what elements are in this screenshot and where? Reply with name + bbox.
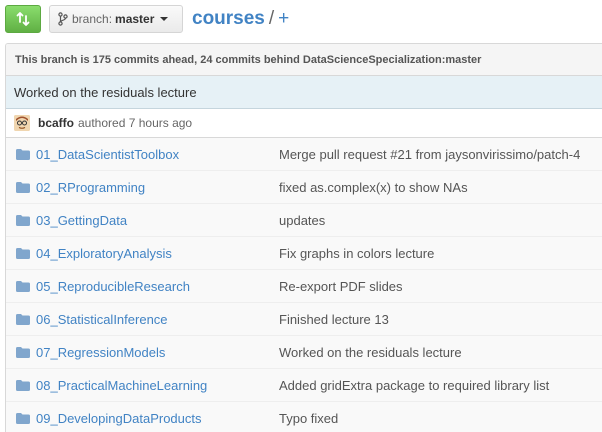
branch-name: master (115, 12, 155, 26)
commit-message-link[interactable]: updates (279, 213, 325, 228)
repo-name-link[interactable]: courses (192, 8, 265, 29)
branch-status-text: This branch is 175 commits ahead, 24 com… (15, 53, 482, 66)
branch-icon (58, 12, 68, 26)
branch-selector[interactable]: branch: master (49, 5, 183, 33)
folder-link[interactable]: 03_GettingData (36, 213, 279, 228)
folder-link[interactable]: 08_PracticalMachineLearning (36, 378, 279, 393)
folder-icon (16, 379, 30, 391)
folder-icon (16, 346, 30, 358)
list-item: 01_DataScientistToolbox Merge pull reque… (6, 138, 602, 171)
folder-icon (16, 280, 30, 292)
folder-link[interactable]: 05_ReproducibleResearch (36, 279, 279, 294)
folder-icon (16, 247, 30, 259)
folder-link[interactable]: 09_DevelopingDataProducts (36, 411, 279, 426)
list-item: 06_StatisticalInference Finished lecture… (6, 303, 602, 336)
branch-status-bar: This branch is 175 commits ahead, 24 com… (6, 44, 602, 76)
folder-link[interactable]: 01_DataScientistToolbox (36, 147, 279, 162)
commit-author-link[interactable]: bcaffo (38, 116, 74, 130)
folder-link[interactable]: 02_RProgramming (36, 180, 279, 195)
folder-icon (16, 412, 30, 424)
commit-message-link[interactable]: Added gridExtra package to required libr… (279, 378, 549, 393)
folder-icon (16, 148, 30, 160)
list-item: 02_RProgramming fixed as.complex(x) to s… (6, 171, 602, 204)
folder-link[interactable]: 06_StatisticalInference (36, 312, 279, 327)
folder-icon (16, 313, 30, 325)
file-navigation: This branch is 175 commits ahead, 24 com… (5, 43, 602, 432)
repo-toolbar: branch: master courses / + (0, 0, 602, 38)
file-list: 01_DataScientistToolbox Merge pull reque… (6, 138, 602, 432)
list-item: 04_ExploratoryAnalysis Fix graphs in col… (6, 237, 602, 270)
list-item: 05_ReproducibleResearch Re-export PDF sl… (6, 270, 602, 303)
list-item: 08_PracticalMachineLearning Added gridEx… (6, 369, 602, 402)
folder-link[interactable]: 04_ExploratoryAnalysis (36, 246, 279, 261)
breadcrumb-separator: / (268, 8, 275, 29)
folder-icon (16, 181, 30, 193)
list-item: 07_RegressionModels Worked on the residu… (6, 336, 602, 369)
commit-message-link[interactable]: Merge pull request #21 from jaysonviriss… (279, 147, 580, 162)
breadcrumb: courses / + (192, 7, 289, 31)
commit-message-link[interactable]: Finished lecture 13 (279, 312, 389, 327)
chevron-down-icon (160, 17, 169, 21)
add-file-link[interactable]: + (278, 8, 289, 29)
commit-message-link[interactable]: Worked on the residuals lecture (14, 85, 197, 100)
list-item: 03_GettingData updates (6, 204, 602, 237)
compare-button[interactable] (5, 5, 41, 33)
commit-message-link[interactable]: Typo fixed (279, 411, 338, 426)
compare-icon (16, 12, 30, 26)
folder-icon (16, 214, 30, 226)
commit-message-link[interactable]: Fix graphs in colors lecture (279, 246, 434, 261)
commit-meta: bcaffo authored 7 hours ago (6, 109, 602, 138)
commit-message-link[interactable]: Re-export PDF slides (279, 279, 403, 294)
commit-time: authored 7 hours ago (78, 116, 193, 130)
last-commit-title: Worked on the residuals lecture (6, 76, 602, 109)
commit-message-link[interactable]: Worked on the residuals lecture (279, 345, 462, 360)
avatar[interactable] (14, 115, 30, 131)
list-item: 09_DevelopingDataProducts Typo fixed (6, 402, 602, 432)
commit-message-link[interactable]: fixed as.complex(x) to show NAs (279, 180, 468, 195)
branch-label-prefix: branch: (72, 12, 113, 26)
folder-link[interactable]: 07_RegressionModels (36, 345, 279, 360)
